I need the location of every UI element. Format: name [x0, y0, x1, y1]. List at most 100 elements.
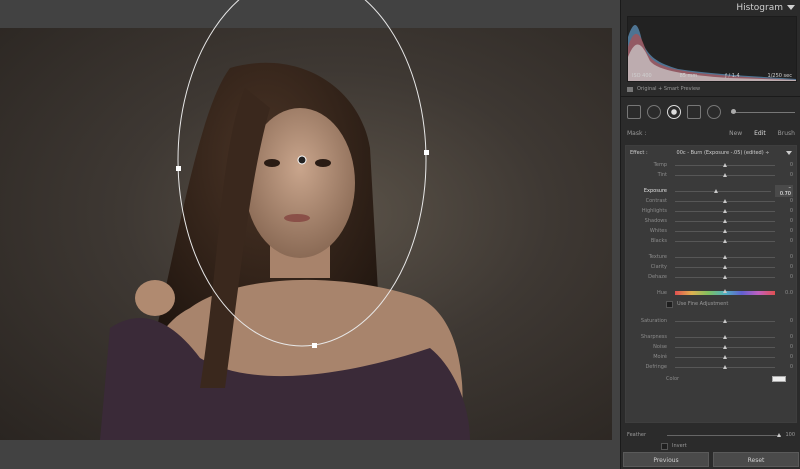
- feather-label: Feather: [627, 432, 647, 438]
- brush-tool-knob[interactable]: [731, 108, 736, 114]
- bottom-buttons: Previous Reset: [623, 452, 799, 467]
- temp-thumb[interactable]: [723, 162, 727, 167]
- highlights-value[interactable]: 0: [779, 208, 793, 214]
- feather-thumb[interactable]: [777, 432, 782, 437]
- noise-value[interactable]: 0: [779, 344, 793, 350]
- defringe-thumb[interactable]: [723, 364, 727, 369]
- highlights-label: Highlights: [641, 208, 667, 214]
- slider-row-blacks: Blacks 0: [626, 236, 796, 246]
- feather-slider[interactable]: [667, 432, 782, 437]
- highlights-thumb[interactable]: [723, 208, 727, 213]
- fine-adjustment-checkbox[interactable]: [666, 300, 673, 308]
- temp-value[interactable]: 0: [779, 162, 793, 168]
- exposure-value[interactable]: – 0.70: [775, 185, 793, 197]
- tint-slider[interactable]: [675, 172, 775, 177]
- color-swatch[interactable]: [772, 376, 786, 382]
- dehaze-label: Dehaze: [648, 274, 667, 280]
- feather-value[interactable]: 100: [785, 432, 795, 438]
- contrast-thumb[interactable]: [723, 198, 727, 203]
- moire-value[interactable]: 0: [779, 354, 793, 360]
- mask-new-button[interactable]: New: [729, 130, 742, 137]
- slider-row-highlights: Highlights 0: [626, 206, 796, 216]
- defringe-slider[interactable]: [675, 364, 775, 369]
- exif-focal: 85 mm: [679, 73, 698, 79]
- slider-row-whites: Whites 0: [626, 226, 796, 236]
- mask-edit-button[interactable]: Edit: [754, 130, 766, 137]
- shadows-label: Shadows: [644, 218, 667, 224]
- slider-row-shadows: Shadows 0: [626, 216, 796, 226]
- portrait-photo[interactable]: [0, 28, 612, 440]
- color-label: Color: [666, 376, 680, 382]
- saturation-thumb[interactable]: [723, 318, 727, 323]
- smart-preview-label: Original + Smart Preview: [637, 86, 701, 92]
- effect-preset-select[interactable]: 00c - Burn (Exposure -.05) (edited) ÷: [660, 150, 786, 156]
- sharpness-thumb[interactable]: [723, 334, 727, 339]
- whites-value[interactable]: 0: [779, 228, 793, 234]
- saturation-value[interactable]: 0: [779, 318, 793, 324]
- slider-row-saturation: Saturation 0: [626, 316, 796, 326]
- moire-thumb[interactable]: [723, 354, 727, 359]
- noise-label: Noise: [653, 344, 667, 350]
- exposure-thumb[interactable]: [714, 188, 719, 193]
- brush-tool-slider[interactable]: [731, 108, 795, 114]
- contrast-value[interactable]: 0: [779, 198, 793, 204]
- redeye-tool-icon[interactable]: [667, 105, 681, 119]
- texture-thumb[interactable]: [723, 254, 727, 259]
- previous-button[interactable]: Previous: [623, 452, 709, 467]
- highlights-slider[interactable]: [675, 208, 775, 213]
- sharpness-slider[interactable]: [675, 334, 775, 339]
- blacks-slider[interactable]: [675, 238, 775, 243]
- clarity-value[interactable]: 0: [779, 264, 793, 270]
- dehaze-thumb[interactable]: [723, 274, 727, 279]
- slider-row-noise: Noise 0: [626, 342, 796, 352]
- blacks-thumb[interactable]: [723, 238, 727, 243]
- defringe-value[interactable]: 0: [779, 364, 793, 370]
- whites-slider[interactable]: [675, 228, 775, 233]
- moire-slider[interactable]: [675, 354, 775, 359]
- tint-value[interactable]: 0: [779, 172, 793, 178]
- hue-slider[interactable]: [675, 289, 775, 295]
- smart-preview-icon: [627, 86, 633, 92]
- tint-thumb[interactable]: [723, 172, 727, 177]
- radial-filter-tool-icon[interactable]: [707, 105, 721, 119]
- histogram-header[interactable]: Histogram: [621, 0, 800, 16]
- noise-slider[interactable]: [675, 344, 775, 349]
- hue-thumb[interactable]: [723, 289, 727, 293]
- invert-checkbox[interactable]: [661, 442, 668, 450]
- shadows-slider[interactable]: [675, 218, 775, 223]
- mask-brush-button[interactable]: Brush: [778, 130, 795, 137]
- clarity-slider[interactable]: [675, 264, 775, 269]
- contrast-slider[interactable]: [675, 198, 775, 203]
- clarity-thumb[interactable]: [723, 264, 727, 269]
- sharpness-value[interactable]: 0: [779, 334, 793, 340]
- texture-value[interactable]: 0: [779, 254, 793, 260]
- blacks-value[interactable]: 0: [779, 238, 793, 244]
- dehaze-slider[interactable]: [675, 274, 775, 279]
- fine-adjustment-label: Use Fine Adjustment: [677, 301, 729, 307]
- whites-thumb[interactable]: [723, 228, 727, 233]
- mask-row: Mask : New Edit Brush: [621, 123, 800, 143]
- hue-label: Hue: [656, 290, 667, 296]
- collapse-triangle-icon[interactable]: [787, 5, 795, 10]
- texture-label: Texture: [648, 254, 667, 260]
- spot-removal-tool-icon[interactable]: [647, 105, 661, 119]
- temp-slider[interactable]: [675, 162, 775, 167]
- shadows-thumb[interactable]: [723, 218, 727, 223]
- moire-label: Moiré: [653, 354, 667, 360]
- effect-collapse-icon[interactable]: [786, 151, 792, 155]
- graduated-filter-tool-icon[interactable]: [687, 105, 701, 119]
- slider-row-contrast: Contrast 0: [626, 196, 796, 206]
- dehaze-value[interactable]: 0: [779, 274, 793, 280]
- texture-slider[interactable]: [675, 254, 775, 259]
- hue-value[interactable]: 0.0: [779, 290, 793, 296]
- mask-label: Mask :: [627, 129, 647, 137]
- exif-iso: ISO 400: [632, 73, 652, 79]
- shadows-value[interactable]: 0: [779, 218, 793, 224]
- saturation-slider[interactable]: [675, 318, 775, 323]
- noise-thumb[interactable]: [723, 344, 727, 349]
- exposure-slider[interactable]: [675, 188, 771, 193]
- reset-button[interactable]: Reset: [713, 452, 799, 467]
- color-row: Color: [626, 372, 796, 386]
- clarity-label: Clarity: [650, 264, 667, 270]
- crop-tool-icon[interactable]: [627, 105, 641, 119]
